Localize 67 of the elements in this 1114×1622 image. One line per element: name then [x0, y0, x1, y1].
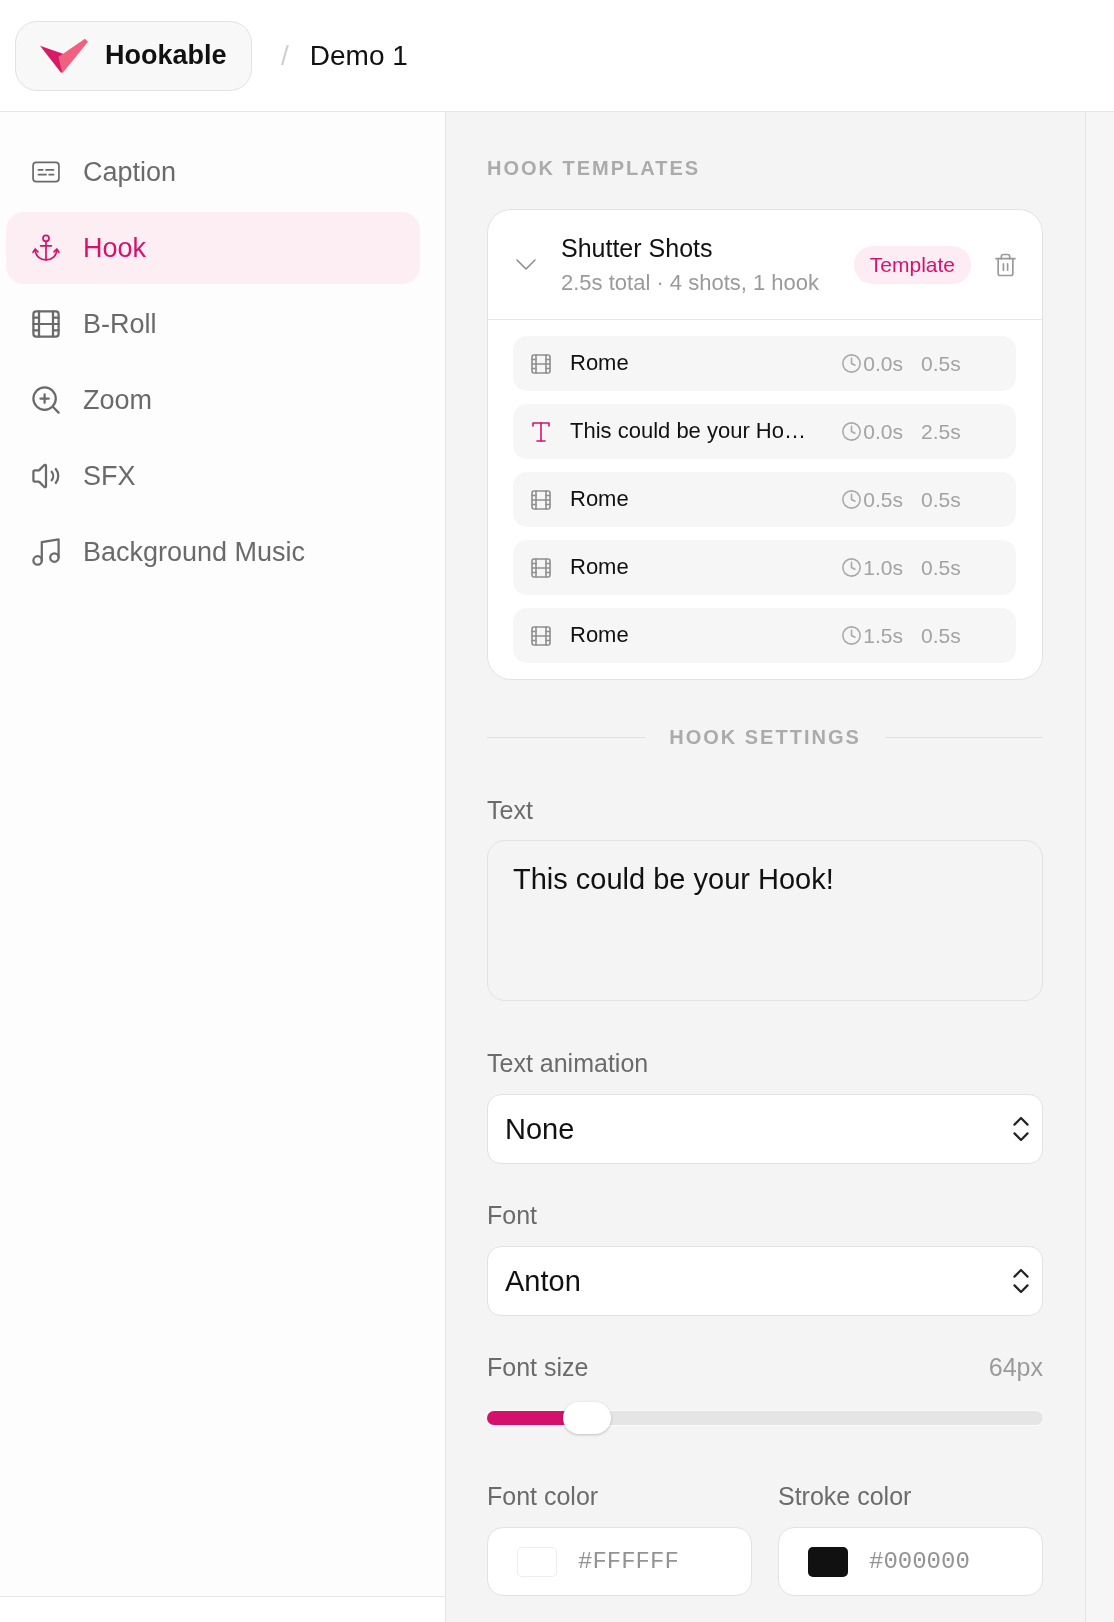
template-title: Shutter Shots [561, 232, 714, 263]
trash-icon[interactable] [995, 252, 1016, 277]
text-icon [531, 421, 551, 442]
anchor-icon [32, 234, 60, 262]
chevron-down-icon[interactable] [516, 259, 536, 270]
speaker-icon [32, 462, 60, 490]
field-label: Stroke color [778, 1481, 913, 1511]
shot-name: Rome [570, 622, 629, 649]
shot-row[interactable]: Rome 1.0s 0.5s [513, 540, 1016, 595]
shot-start-time: 0.0s [863, 418, 903, 445]
slider-handle[interactable] [563, 1402, 612, 1434]
sidebar-item[interactable]: Background Music [6, 516, 420, 588]
shot-row[interactable]: This could be your Ho… 0.0s 2.5s [513, 404, 1016, 459]
slider-value: 64px [988, 1352, 1043, 1382]
clock-icon [842, 626, 862, 645]
field-label: Font size [487, 1352, 589, 1382]
section-heading: HOOK TEMPLATES [487, 156, 702, 180]
slider[interactable] [487, 1402, 1043, 1434]
shot-name: This could be your Ho… [570, 418, 806, 445]
shot-row[interactable]: Rome 0.5s 0.5s [513, 472, 1016, 527]
sidebar-item[interactable]: Caption [6, 136, 420, 208]
template-badge: Template [853, 245, 971, 284]
shot-duration: 2.5s [921, 418, 962, 445]
field-label: Text animation [487, 1048, 650, 1078]
shot-name: Rome [570, 554, 629, 581]
sidebar-item[interactable]: SFX [6, 440, 420, 512]
shot-start-time: 1.5s [863, 622, 903, 649]
logo-icon [40, 37, 88, 74]
shot-duration: 0.5s [921, 554, 962, 581]
shot-start-time: 1.0s [863, 554, 903, 581]
sidebar-item[interactable]: Zoom [6, 364, 420, 436]
breadcrumb-separator: / [281, 41, 289, 70]
clock-icon [842, 558, 862, 577]
shot-start-time: 0.5s [863, 486, 903, 513]
shot-duration: 0.5s [921, 486, 962, 513]
field-label: Font color [487, 1481, 600, 1511]
shot-duration: 0.5s [921, 350, 962, 377]
film-icon [32, 310, 60, 338]
shot-name: Rome [570, 486, 629, 513]
shot-name: Rome [570, 350, 629, 377]
film-icon [531, 557, 551, 578]
clock-icon [842, 354, 862, 373]
chevron-up-down-icon [1013, 1117, 1029, 1141]
clock-icon [842, 490, 862, 509]
shot-row[interactable]: Rome 1.5s 0.5s [513, 608, 1016, 663]
sidebar-item[interactable]: Hook [6, 212, 420, 284]
sidebar-item[interactable]: B-Roll [6, 288, 420, 360]
chevron-up-down-icon [1013, 1269, 1029, 1293]
shot-duration: 0.5s [921, 622, 962, 649]
select-field[interactable]: None [487, 1094, 1043, 1164]
select-field[interactable]: Anton [487, 1246, 1043, 1316]
field-label: Font [487, 1200, 539, 1230]
film-icon [531, 353, 551, 374]
film-icon [531, 625, 551, 646]
caption-icon [32, 158, 60, 186]
template-summary: 2.5s total · 4 shots, 1 hook [561, 268, 821, 297]
logo-button[interactable]: Hookable [15, 20, 252, 91]
text-area-field[interactable]: This could be your Hook! [487, 840, 1043, 1001]
clock-icon [842, 422, 862, 441]
music-note-icon [32, 538, 60, 566]
field-label: Text [487, 795, 534, 825]
zoom-in-icon [32, 386, 60, 414]
film-icon [531, 489, 551, 510]
section-heading: HOOK SETTINGS [669, 725, 861, 749]
shot-start-time: 0.0s [863, 350, 903, 377]
project-title: Demo 1 [309, 41, 408, 70]
shot-row[interactable]: Rome 0.0s 0.5s [513, 336, 1016, 391]
